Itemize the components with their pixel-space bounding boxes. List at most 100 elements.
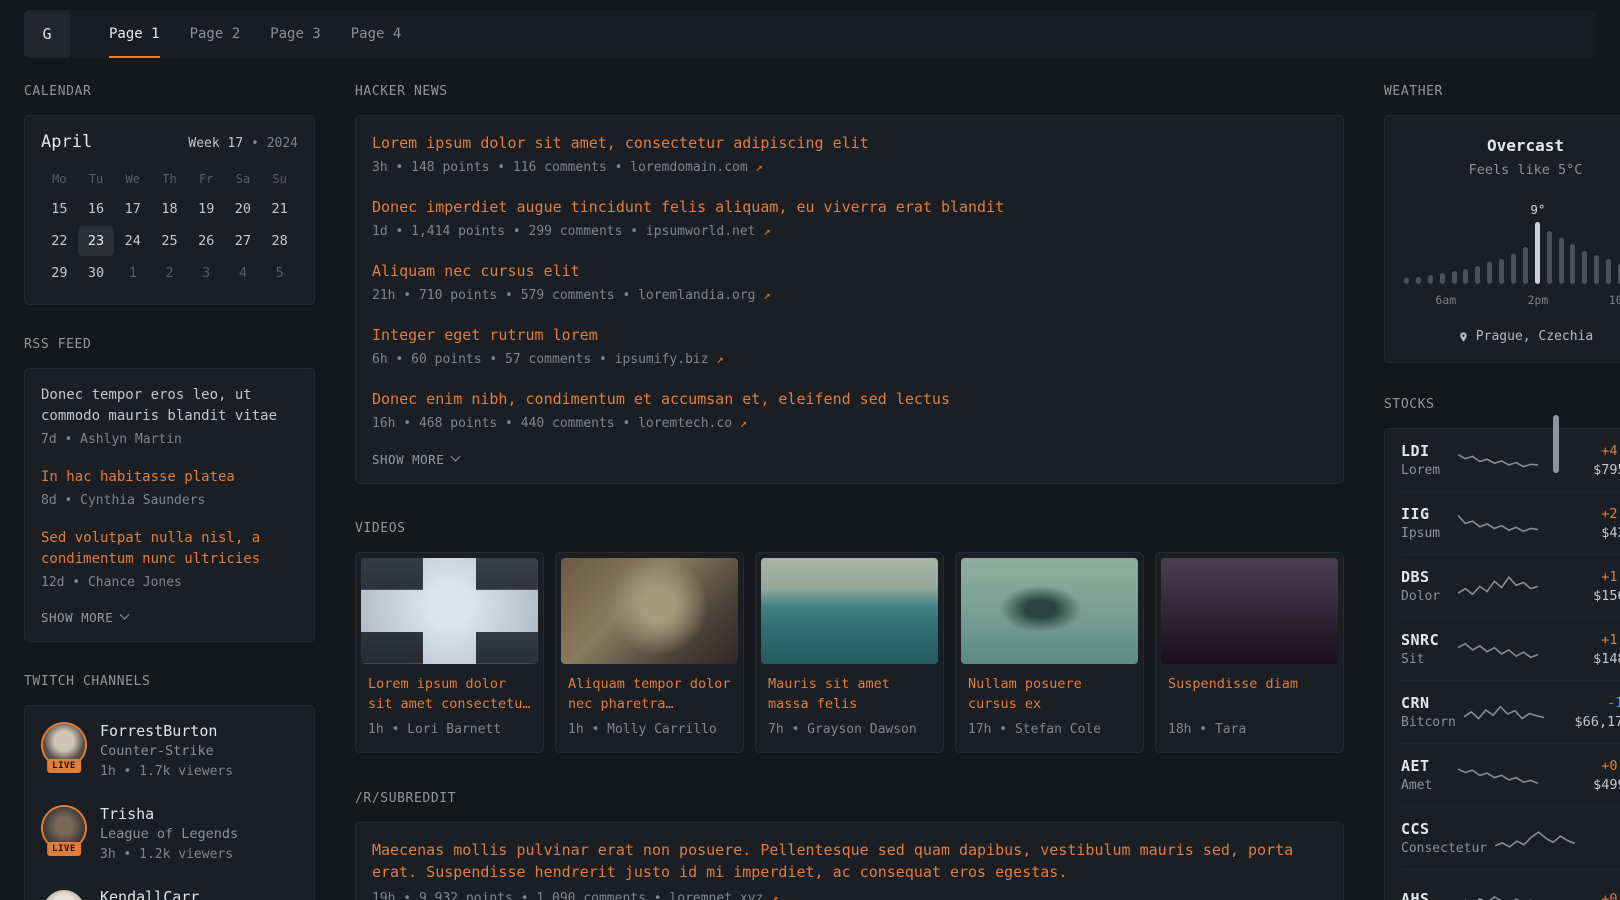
stock-row[interactable]: LDI Lorem +4.35% $795.18 [1401, 429, 1620, 492]
stock-row[interactable]: AHS +0.46% [1401, 870, 1620, 900]
live-badge: LIVE [47, 842, 81, 856]
channel-meta: 3h • 1.2k viewers [100, 846, 238, 864]
calendar-day[interactable]: 22 [41, 226, 78, 256]
stock-row[interactable]: DBS Dolor +1.42% $156.28 [1401, 555, 1620, 618]
right-column: WEATHER Overcast Feels like 5°C 9° 6am 2… [1384, 84, 1620, 900]
calendar-day[interactable]: 30 [78, 258, 115, 288]
video-thumbnail[interactable] [961, 558, 1138, 664]
hackernews-show-more-button[interactable]: SHOW MORE [372, 452, 1327, 467]
channel-name[interactable]: Trisha [100, 805, 238, 823]
external-link-icon[interactable]: ↗ [756, 160, 763, 174]
calendar-section-title: CALENDAR [24, 84, 315, 99]
weather-hour-bar [1452, 271, 1457, 284]
external-link-icon[interactable]: ↗ [716, 352, 723, 366]
hn-item-meta: 3h • 148 points • 116 comments • loremdo… [372, 158, 1327, 177]
video-title[interactable]: Aliquam tempor dolor nec pharetra… [568, 674, 731, 714]
calendar-day[interactable]: 21 [261, 194, 298, 224]
hn-item-title[interactable]: Donec enim nibh, condimentum et accumsan… [372, 388, 1327, 410]
video-thumbnail[interactable] [361, 558, 538, 664]
rss-item-title[interactable]: Donec tempor eros leo, ut commodo mauris… [41, 385, 298, 427]
twitch-channel[interactable]: KendallCarr [41, 888, 298, 900]
calendar-day[interactable]: 28 [261, 226, 298, 256]
weather-hour-bar [1487, 262, 1492, 284]
stock-row[interactable]: CCS Consectetur +0.51% $165.84 [1401, 807, 1620, 870]
reddit-post-title[interactable]: Maecenas mollis pulvinar erat non posuer… [372, 839, 1327, 883]
video-card[interactable]: Lorem ipsum dolor sit amet consectetu… 1… [355, 552, 544, 753]
channel-game[interactable]: League of Legends [100, 826, 238, 842]
calendar-day[interactable]: 29 [41, 258, 78, 288]
calendar-month: April [41, 132, 92, 152]
video-card[interactable]: Nullam posuere cursus ex 17h • Stefan Co… [955, 552, 1144, 753]
subreddit-section-title: /R/SUBREDDIT [355, 791, 1344, 806]
external-link-icon[interactable]: ↗ [740, 416, 747, 430]
stock-name: Bitcorn [1401, 715, 1456, 730]
external-link-icon[interactable]: ↗ [763, 224, 770, 238]
calendar-day[interactable]: 18 [151, 194, 188, 224]
video-title[interactable]: Suspendisse diam [1168, 674, 1331, 714]
page-tab[interactable]: Page 4 [336, 10, 417, 58]
video-title[interactable]: Nullam posuere cursus ex [968, 674, 1131, 714]
calendar-day[interactable]: 4 [225, 258, 262, 288]
video-card[interactable]: Aliquam tempor dolor nec pharetra… 1h • … [555, 552, 744, 753]
calendar-day[interactable]: 19 [188, 194, 225, 224]
calendar-day[interactable]: 16 [78, 194, 115, 224]
calendar-day[interactable]: 27 [225, 226, 262, 256]
calendar-day[interactable]: 26 [188, 226, 225, 256]
page-tab[interactable]: Page 3 [255, 10, 336, 58]
stock-ticker: CRN [1401, 694, 1456, 712]
stock-row[interactable]: IIG Ipsum +2.84% $42.04 [1401, 492, 1620, 555]
video-title[interactable]: Lorem ipsum dolor sit amet consectetu… [368, 674, 531, 714]
weather-location-row[interactable]: Prague, Czechia [1401, 329, 1620, 344]
stock-change: +2.84% [1546, 506, 1620, 522]
twitch-channel[interactable]: LIVE Trisha League of Legends 3h • 1.2k … [41, 805, 298, 864]
calendar-day-header: We [114, 166, 151, 192]
calendar-day[interactable]: 25 [151, 226, 188, 256]
rss-show-more-button[interactable]: SHOW MORE [41, 610, 298, 625]
calendar-day[interactable]: 24 [114, 226, 151, 256]
hackernews-section-title: HACKER NEWS [355, 84, 1344, 99]
rss-item-title[interactable]: Sed volutpat nulla nisl, a condimentum n… [41, 528, 298, 570]
weather-time-label: 10pm [1609, 293, 1620, 307]
calendar-day-header: Sa [225, 166, 262, 192]
video-card[interactable]: Suspendisse diam 18h • Tara [1155, 552, 1344, 753]
stock-sparkline [1464, 695, 1544, 729]
video-card[interactable]: Mauris sit amet massa felis 7h • Grayson… [755, 552, 944, 753]
video-thumbnail[interactable] [761, 558, 938, 664]
calendar-day[interactable]: 23 [78, 226, 115, 256]
video-thumbnail[interactable] [1161, 558, 1338, 664]
twitch-channel[interactable]: LIVE ForrestBurton Counter-Strike 1h • 1… [41, 722, 298, 781]
hn-item-title[interactable]: Donec imperdiet augue tincidunt felis al… [372, 196, 1327, 218]
rss-item-title[interactable]: In hac habitasse platea [41, 467, 298, 488]
reddit-post-meta: 19h • 9,932 points • 1,090 comments • lo… [372, 889, 1327, 900]
videos-section-title: VIDEOS [355, 521, 1344, 536]
channel-name[interactable]: ForrestBurton [100, 722, 233, 740]
calendar-widget: CALENDAR April Week 17 • 2024 MoTuWeThFr… [24, 84, 315, 305]
calendar-day[interactable]: 5 [261, 258, 298, 288]
stock-row[interactable]: AET Amet +0.92% $499.72 [1401, 744, 1620, 807]
calendar-day[interactable]: 1 [114, 258, 151, 288]
video-title[interactable]: Mauris sit amet massa felis [768, 674, 931, 714]
external-link-icon[interactable]: ↗ [763, 288, 770, 302]
app-logo[interactable]: G [24, 10, 70, 58]
hn-item-title[interactable]: Integer eget rutrum lorem [372, 324, 1327, 346]
stock-row[interactable]: CRN Bitcorn -1.00% $66,171.48 [1401, 681, 1620, 744]
page-tab[interactable]: Page 1 [94, 10, 175, 58]
calendar-day[interactable]: 20 [225, 194, 262, 224]
calendar-day[interactable]: 17 [114, 194, 151, 224]
external-link-icon[interactable]: ↗ [771, 891, 778, 900]
video-meta: 7h • Grayson Dawson [768, 721, 931, 739]
page-tab[interactable]: Page 2 [175, 10, 256, 58]
calendar-day[interactable]: 2 [151, 258, 188, 288]
hn-item-title[interactable]: Aliquam nec cursus elit [372, 260, 1327, 282]
calendar-day[interactable]: 15 [41, 194, 78, 224]
video-thumbnail[interactable] [561, 558, 738, 664]
stock-row[interactable]: SNRC Sit +1.36% $148.64 [1401, 618, 1620, 681]
calendar-day[interactable]: 3 [188, 258, 225, 288]
hn-item-title[interactable]: Lorem ipsum dolor sit amet, consectetur … [372, 132, 1327, 154]
weather-hour-bar [1416, 277, 1421, 284]
weather-hour-bar [1499, 259, 1504, 284]
scrollbar[interactable] [1553, 415, 1559, 473]
rss-list: Donec tempor eros leo, ut commodo mauris… [41, 385, 298, 592]
channel-name[interactable]: KendallCarr [100, 888, 199, 900]
channel-game[interactable]: Counter-Strike [100, 743, 233, 759]
